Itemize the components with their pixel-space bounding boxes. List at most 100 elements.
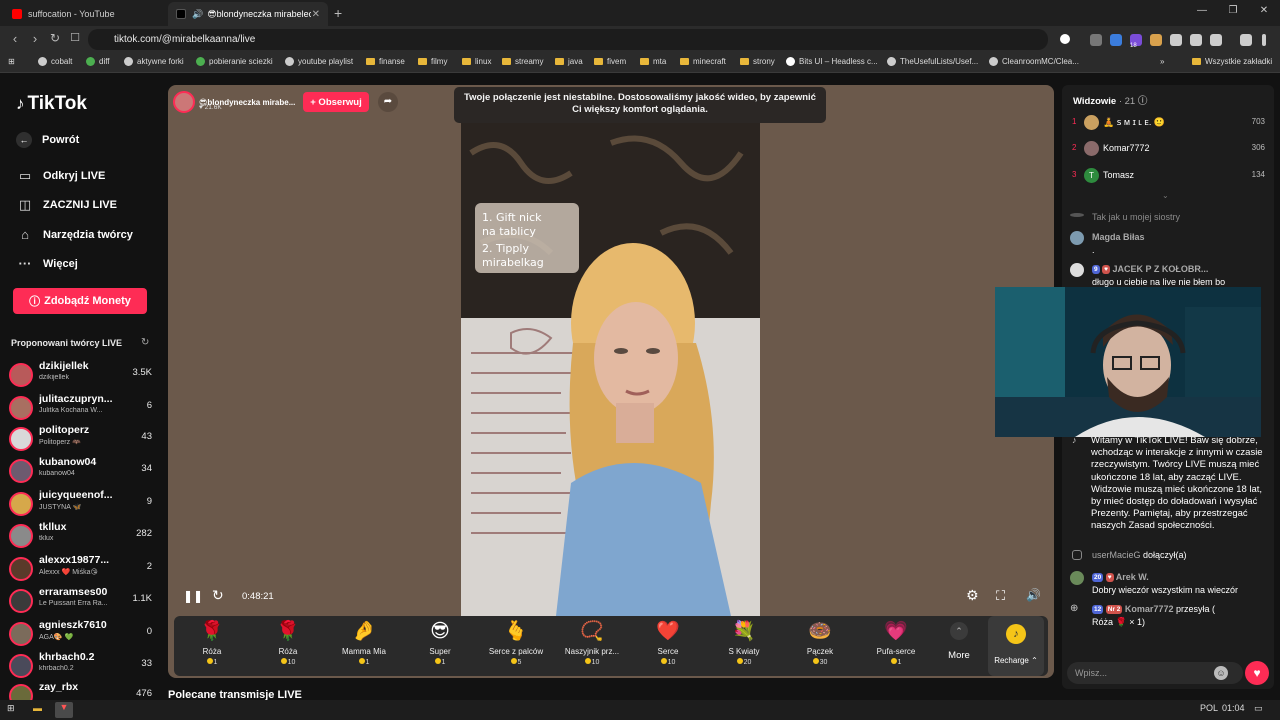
creator-item[interactable]: tkllux tklux 282 — [9, 521, 152, 551]
close-window-button[interactable]: ✕ — [1249, 5, 1279, 16]
reload-icon[interactable]: ↻ — [212, 587, 224, 604]
chevron-down-icon[interactable]: ⌄ — [1162, 191, 1169, 200]
close-tab-icon[interactable]: ✕ — [312, 9, 320, 20]
extension-icon[interactable] — [1110, 34, 1122, 46]
emoji-icon[interactable]: ☺ — [1214, 666, 1228, 680]
bookmark-folder[interactable]: streamy — [502, 57, 543, 66]
avatar[interactable] — [9, 622, 33, 646]
bookmark-folder[interactable]: java — [555, 57, 583, 66]
gift-item[interactable]: 😎 Super 1 — [402, 616, 478, 676]
bookmark-item[interactable]: cobalt — [38, 57, 72, 66]
bookmark-icon[interactable]: ☐ — [66, 31, 84, 44]
avatar[interactable] — [9, 492, 33, 516]
gift-item[interactable]: 🍩 Pączek 30 — [782, 616, 858, 676]
bookmark-item[interactable]: TheUsefulLists/Usef... — [887, 57, 978, 66]
top-viewer-row[interactable]: 1 🧘 ꜱ ᴍ ɪ ʟ ᴇ. 🙂 703 — [1072, 115, 1268, 131]
creator-item[interactable]: agnieszk7610 AGA🎨 💚 0 — [9, 619, 152, 649]
extension-icon[interactable] — [1170, 34, 1182, 46]
share-icon[interactable]: ➦ — [378, 92, 398, 112]
sidebar-icon[interactable] — [1210, 34, 1222, 46]
avatar[interactable] — [1084, 115, 1099, 130]
bookmark-item[interactable]: aktywne forki — [124, 57, 184, 66]
avatar[interactable] — [9, 363, 33, 387]
maximize-button[interactable]: ❐ — [1218, 5, 1248, 16]
creator-item[interactable]: dzikijellek dzikijellek 3.5K — [9, 360, 152, 390]
live-player[interactable]: 1. Gift nick na tablicy 2. Tipply mirabe… — [168, 85, 1054, 678]
creator-item[interactable]: erraramses00 Le Puissant Erra Ra... 1.1K — [9, 586, 152, 616]
sidebar-item-discover-live[interactable]: ▭ Odkryj LIVE — [16, 168, 106, 184]
creator-item[interactable]: kubanow04 kubanow04 34 — [9, 456, 152, 486]
brave-taskbar-icon[interactable]: ▼ — [55, 702, 73, 718]
bookmark-folder[interactable]: Wszystkie zakładki — [1192, 57, 1272, 66]
windows-start-icon[interactable]: ⊞ — [7, 703, 15, 714]
bookmark-item[interactable]: diff — [86, 57, 110, 66]
tab-youtube[interactable]: suffocation - YouTube — [4, 2, 166, 26]
like-heart-button[interactable]: ♥ — [1245, 661, 1269, 685]
gift-item[interactable]: 🌹 Róża 10 — [250, 616, 326, 676]
avatar[interactable]: T — [1084, 168, 1099, 183]
fullscreen-icon[interactable]: ⛶ — [996, 588, 1005, 604]
gift-item[interactable]: 🤌 Mamma Mia 1 — [326, 616, 402, 676]
more-gifts-button[interactable]: ⌃ More — [941, 622, 977, 661]
file-explorer-icon[interactable]: ▬ — [33, 703, 42, 713]
bookmark-folder[interactable]: minecraft — [680, 57, 726, 66]
notification-icon[interactable]: ▭ — [1254, 703, 1263, 714]
gift-item[interactable]: 🌹 Róża 1 — [174, 616, 250, 676]
avatar[interactable] — [9, 684, 33, 700]
pause-icon[interactable]: ❚❚ — [183, 589, 203, 603]
host-info[interactable]: 😎blondyneczka mirabe... ♥ 21.6K — [173, 90, 295, 114]
bookmark-folder[interactable]: mta — [640, 57, 666, 66]
bookmark-item[interactable]: pobieranie sciezki — [196, 57, 273, 66]
host-avatar[interactable] — [173, 91, 195, 113]
avatar[interactable] — [9, 396, 33, 420]
extension-badge-icon[interactable]: 18 — [1130, 34, 1142, 49]
puzzle-icon[interactable] — [1190, 34, 1202, 46]
pause-icon[interactable] — [1090, 34, 1102, 46]
tiktok-logo[interactable]: ♪ TikTok — [16, 93, 87, 115]
info-icon[interactable]: ⓘ — [1138, 96, 1148, 107]
top-viewer-row[interactable]: 3 T Tomasz 134 — [1072, 168, 1268, 184]
get-coins-button[interactable]: ⓘ Zdobądź Monety — [13, 288, 147, 314]
bookmark-item[interactable]: youtube playlist — [285, 57, 353, 66]
url-field[interactable]: tiktok.com/@mirabelkaanna/live — [88, 29, 1048, 50]
avatar[interactable] — [9, 589, 33, 613]
sidebar-item-more[interactable]: ··· Więcej — [16, 256, 78, 271]
avatar[interactable] — [9, 524, 33, 548]
avatar[interactable] — [9, 654, 33, 678]
back-button[interactable]: ‹ — [6, 31, 24, 46]
bookmark-folder[interactable]: fivem — [594, 57, 626, 66]
gift-item[interactable]: 🫰 Serce z palców 5 — [478, 616, 554, 676]
tab-tiktok[interactable]: 🔊 😎blondyneczka mirabelecz ✕ — [168, 2, 328, 26]
refresh-icon[interactable]: ↻ — [141, 337, 149, 348]
gift-item[interactable]: 📿 Naszyjnik prz... 10 — [554, 616, 630, 676]
forward-button[interactable]: › — [26, 31, 44, 46]
sidebar-item-start-live[interactable]: ◫ ZACZNIJ LIVE — [16, 197, 117, 213]
avatar[interactable] — [1084, 141, 1099, 156]
bookmark-folder[interactable]: filmy — [418, 57, 447, 66]
creator-item[interactable]: juicyqueenof... JUSTYNA 🦋 9 — [9, 489, 152, 519]
extension-icon[interactable] — [1150, 34, 1162, 46]
live-video[interactable]: 1. Gift nick na tablicy 2. Tipply mirabe… — [461, 123, 760, 616]
bookmark-folder[interactable]: strony — [740, 57, 775, 66]
recharge-button[interactable]: ♪ Recharge ⌃ — [988, 616, 1044, 676]
bookmark-item[interactable]: CleanroomMC/Clea... — [989, 57, 1079, 66]
follow-button[interactable]: + Obserwuj — [303, 92, 369, 112]
settings-icon[interactable]: ⚙ — [966, 587, 979, 604]
language-indicator[interactable]: POL — [1200, 703, 1218, 713]
apps-icon[interactable]: ⊞ — [8, 57, 15, 66]
gift-item[interactable]: 💐 S Kwiaty 20 — [706, 616, 782, 676]
bookmark-folder[interactable]: finanse — [366, 57, 405, 66]
chevron-right-icon[interactable]: » — [1160, 57, 1164, 66]
reload-button[interactable]: ↻ — [46, 31, 64, 45]
creator-item[interactable]: khrbach0.2 khrbach0.2 33 — [9, 651, 152, 681]
volume-icon[interactable]: 🔊 — [1026, 588, 1041, 602]
minimize-button[interactable]: — — [1187, 5, 1217, 16]
brave-shield-icon[interactable] — [1060, 34, 1070, 44]
sidebar-item-creator-tools[interactable]: ⌂ Narzędzia twórcy — [16, 227, 133, 242]
media-icon[interactable] — [1240, 34, 1252, 46]
clock[interactable]: 01:04 — [1222, 703, 1245, 713]
new-tab-button[interactable]: + — [334, 5, 342, 21]
creator-item[interactable]: alexxx19877... Alexxx ❤️ Miśka😘 2 — [9, 554, 152, 584]
bookmark-folder[interactable]: linux — [462, 57, 491, 66]
avatar[interactable] — [9, 557, 33, 581]
